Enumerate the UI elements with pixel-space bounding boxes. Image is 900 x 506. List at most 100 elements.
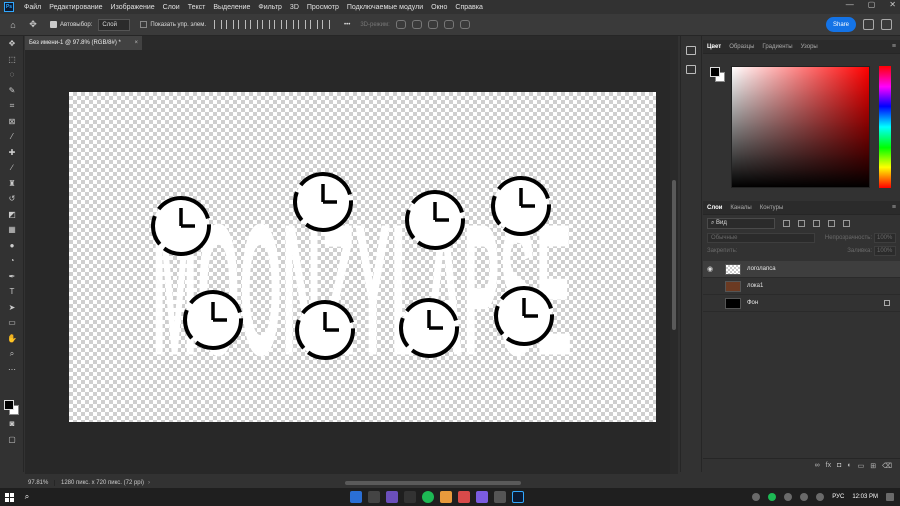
layer-filter-dropdown[interactable]: ⌕ Вид <box>707 217 775 229</box>
history-panel-icon[interactable] <box>686 46 696 55</box>
more-tools-icon[interactable]: ⋯ <box>0 362 24 378</box>
quick-mask-icon[interactable]: ◙ <box>0 416 24 432</box>
horizontal-scroll-thumb[interactable] <box>345 481 521 485</box>
menu-help[interactable]: Справка <box>451 4 486 11</box>
menu-file[interactable]: Файл <box>20 4 45 11</box>
filter-smart-icon[interactable] <box>843 219 850 227</box>
align-middle-icon[interactable] <box>262 20 271 29</box>
crop-icon[interactable]: ⌗ <box>0 98 24 114</box>
show-controls-checkbox[interactable] <box>140 21 148 28</box>
layer-row[interactable]: ◉ логолапса <box>703 261 900 278</box>
distribute-vertical-icon[interactable] <box>298 20 307 29</box>
fx-icon[interactable]: fx <box>826 462 831 469</box>
brush-icon[interactable]: ∕ <box>0 160 24 176</box>
tray-icon[interactable] <box>816 493 825 501</box>
mask-icon[interactable]: ◘ <box>837 462 841 469</box>
filter-adjustment-icon[interactable] <box>798 219 805 227</box>
move-icon[interactable]: ✥ <box>0 36 24 52</box>
opacity-input[interactable]: 100% <box>874 232 896 243</box>
maximize-button[interactable]: ▢ <box>868 0 876 9</box>
tab-swatches[interactable]: Образцы <box>725 44 758 50</box>
rectangle-icon[interactable]: ▭ <box>0 315 24 331</box>
close-button[interactable]: ✕ <box>889 0 896 9</box>
tray-icon[interactable] <box>784 493 793 501</box>
filter-shape-icon[interactable] <box>828 219 835 227</box>
tab-patterns[interactable]: Узоры <box>797 44 822 50</box>
align-top-icon[interactable] <box>250 20 259 29</box>
gradient-icon[interactable]: ▦ <box>0 222 24 238</box>
distribute-spacing-icon[interactable] <box>322 20 331 29</box>
slide-3d-icon[interactable] <box>443 20 454 29</box>
search-icon[interactable] <box>863 19 874 30</box>
menu-select[interactable]: Выделение <box>209 4 254 11</box>
tab-paths[interactable]: Контуры <box>756 205 788 211</box>
trash-icon[interactable]: ⌫ <box>882 462 892 470</box>
clock-time[interactable]: 12:03 PM <box>852 494 878 500</box>
menu-3d[interactable]: 3D <box>286 4 303 11</box>
workspace-icon[interactable] <box>881 19 892 30</box>
move-tool-icon[interactable]: ✥ <box>26 18 40 32</box>
menu-image[interactable]: Изображение <box>107 4 159 11</box>
browser-app-icon[interactable] <box>350 491 362 503</box>
app-icon[interactable] <box>458 491 470 503</box>
zoom-icon[interactable]: ⌕ <box>0 346 24 362</box>
document-tab[interactable]: Без имени-1 @ 97.8% (RGB/8#) * × <box>25 36 142 50</box>
hand-icon[interactable]: ✋ <box>0 331 24 347</box>
align-left-icon[interactable] <box>214 20 223 29</box>
menu-plugins[interactable]: Подключаемые модули <box>343 4 427 11</box>
menu-text[interactable]: Текст <box>184 4 210 11</box>
windows-start-icon[interactable] <box>0 488 18 506</box>
blur-icon[interactable]: ● <box>0 238 24 254</box>
document-canvas[interactable]: MOONZYLAPSE <box>69 92 656 422</box>
layer-row[interactable]: Фон <box>703 295 900 312</box>
fill-input[interactable]: 100% <box>874 245 896 256</box>
panel-menu-icon[interactable]: ≡ <box>892 43 896 50</box>
minimize-button[interactable]: — <box>846 0 854 9</box>
path-select-icon[interactable]: ➤ <box>0 300 24 316</box>
layer-name[interactable]: логолапса <box>747 266 776 272</box>
distribute-icon[interactable] <box>286 20 295 29</box>
more-options-icon[interactable]: ••• <box>344 22 350 28</box>
hue-slider[interactable] <box>879 66 891 188</box>
scale-3d-icon[interactable] <box>459 20 470 29</box>
app-icon[interactable] <box>368 491 380 503</box>
foreground-color-swatch[interactable] <box>4 400 14 410</box>
pan-3d-icon[interactable] <box>427 20 438 29</box>
menu-edit[interactable]: Редактирование <box>45 4 106 11</box>
autoselect-dropdown[interactable]: Слой <box>98 18 131 31</box>
menu-window[interactable]: Окно <box>427 4 451 11</box>
autoselect-checkbox[interactable] <box>50 21 57 28</box>
align-center-icon[interactable] <box>226 20 235 29</box>
tab-gradients[interactable]: Градиенты <box>758 44 796 50</box>
adjustment-icon[interactable]: ◐ <box>847 462 851 469</box>
pen-icon[interactable]: ✒ <box>0 269 24 285</box>
close-tab-icon[interactable]: × <box>134 40 138 46</box>
eyedropper-icon[interactable]: ⁄ <box>0 129 24 145</box>
app-icon[interactable] <box>404 491 416 503</box>
quick-select-icon[interactable]: ✎ <box>0 83 24 99</box>
layer-name[interactable]: лока1 <box>747 283 763 289</box>
notification-icon[interactable] <box>886 493 894 501</box>
history-brush-icon[interactable]: ↺ <box>0 191 24 207</box>
taskbar-search-icon[interactable]: ⌕ <box>18 492 36 502</box>
tray-icon[interactable] <box>800 493 809 501</box>
app-icon[interactable] <box>440 491 452 503</box>
menu-filter[interactable]: Фильтр <box>254 4 286 11</box>
layers-panel-menu-icon[interactable]: ≡ <box>892 204 896 211</box>
eraser-icon[interactable]: ◩ <box>0 207 24 223</box>
type-icon[interactable]: T <box>0 284 24 300</box>
color-picker-field[interactable] <box>731 66 870 188</box>
tab-color[interactable]: Цвет <box>703 44 725 50</box>
new-layer-icon[interactable]: ⊞ <box>870 462 876 470</box>
lasso-icon[interactable]: ◌ <box>0 67 24 83</box>
dodge-icon[interactable]: ◔ <box>0 253 24 269</box>
align-right-icon[interactable] <box>238 20 247 29</box>
photoshop-taskbar-icon[interactable] <box>512 491 524 503</box>
filter-pixel-icon[interactable] <box>783 219 790 227</box>
group-icon[interactable]: ▭ <box>858 462 865 470</box>
tray-icon[interactable] <box>768 493 777 501</box>
app-icon[interactable] <box>386 491 398 503</box>
menu-view[interactable]: Просмотр <box>303 4 343 11</box>
orbit-3d-icon[interactable] <box>395 20 406 29</box>
healing-brush-icon[interactable]: ✚ <box>0 145 24 161</box>
